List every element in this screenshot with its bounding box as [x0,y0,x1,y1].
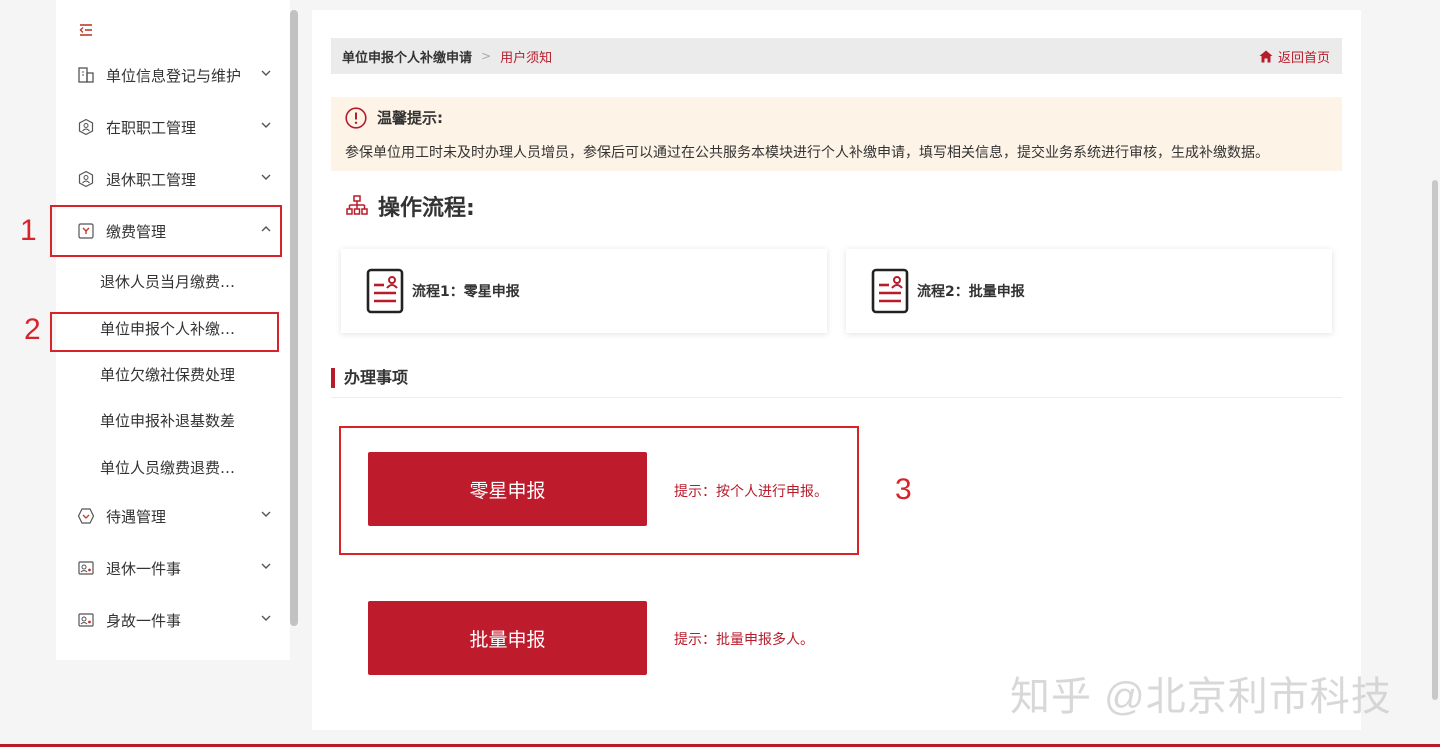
back-home-label: 返回首页 [1277,50,1330,66]
chevron-down-icon [261,615,271,621]
chevron-down-icon [261,174,271,180]
sidebar-item-unit-info[interactable]: 单位信息登记与维护 [56,52,290,98]
sidebar-scrollbar[interactable] [290,10,298,626]
flow-step-label: 流程1：零星申报 [412,284,520,300]
flow-step-card-2[interactable]: 流程2：批量申报 [846,249,1332,333]
sidebar-subitem-retiree-monthly[interactable]: 退休人员当月缴费… [100,263,280,299]
annotation-box-1 [50,205,282,257]
staff-icon [76,117,96,137]
annotation-number-3: 3 [895,473,912,506]
breadcrumb: 单位申报个人补缴申请 > 用户须知 返回首页 [331,38,1342,74]
sidebar-item-retired-staff[interactable]: 退休职工管理 [56,156,290,202]
sidebar-subitem-base-difference[interactable]: 单位申报补退基数差 [100,402,280,438]
sidebar-item-label: 身故一件事 [106,611,182,630]
annotation-number-2: 2 [24,313,41,346]
breadcrumb-parent[interactable]: 单位申报个人补缴申请 [342,47,472,66]
annotation-box-3 [339,426,859,555]
document-icon [366,268,404,314]
process-heading: 操作流程: [346,190,475,222]
breadcrumb-current: 用户须知 [500,50,553,66]
building-icon [76,65,96,85]
process-heading-text: 操作流程: [378,196,475,221]
chevron-down-icon [261,70,271,76]
chevron-down-icon [261,122,271,128]
warning-icon [345,107,367,129]
retire-case-icon [76,558,96,578]
breadcrumb-separator: > [481,49,492,63]
sidebar-item-label: 退休一件事 [106,559,182,578]
chevron-down-icon [261,563,271,569]
sidebar-subitem-arrears[interactable]: 单位欠缴社保费处理 [100,356,280,392]
main-content: 单位申报个人补缴申请 > 用户须知 返回首页 温馨提示: 参保单位用工时未及时办… [312,10,1361,730]
notice-box: 温馨提示: 参保单位用工时未及时办理人员增员，参保后可以通过在公共服务本模块进行… [331,97,1342,171]
section-title: 办理事项 [331,368,408,388]
retiree-icon [76,169,96,189]
sidebar-item-retire-case[interactable]: 退休一件事 [56,545,290,591]
sidebar-item-label: 待遇管理 [106,507,167,526]
sidebar-item-death-case[interactable]: 身故一件事 [56,597,290,643]
sidebar-item-active-staff[interactable]: 在职职工管理 [56,104,290,150]
notice-title: 温馨提示: [377,109,443,127]
sidebar-item-label: 退休职工管理 [106,170,197,189]
menu-collapse-icon[interactable] [78,22,94,38]
flow-step-label: 流程2：批量申报 [917,284,1025,300]
benefit-icon [76,506,96,526]
section-divider [331,397,1342,398]
page-scrollbar[interactable] [1432,180,1438,700]
sidebar-item-label: 在职职工管理 [106,118,197,137]
annotation-box-2 [50,312,279,352]
death-case-icon [76,610,96,630]
flow-step-card-1[interactable]: 流程1：零星申报 [341,249,827,333]
document-icon [871,268,909,314]
org-chart-icon [346,195,368,215]
batch-declare-button[interactable]: 批量申报 [368,601,647,675]
batch-declare-tip: 提示：批量申报多人。 [674,632,814,648]
home-icon [1259,50,1273,62]
sidebar-item-label: 单位信息登记与维护 [106,66,242,85]
annotation-number-1: 1 [20,214,37,247]
notice-text: 参保单位用工时未及时办理人员增员，参保后可以通过在公共服务本模块进行个人补缴申请… [345,145,1269,161]
chevron-down-icon [261,511,271,517]
back-home-link[interactable]: 返回首页 [1259,38,1330,74]
sidebar-item-benefits[interactable]: 待遇管理 [56,493,290,539]
sidebar-subitem-refund[interactable]: 单位人员缴费退费… [100,449,280,485]
watermark: 知乎 @北京利市科技 [1010,675,1392,719]
